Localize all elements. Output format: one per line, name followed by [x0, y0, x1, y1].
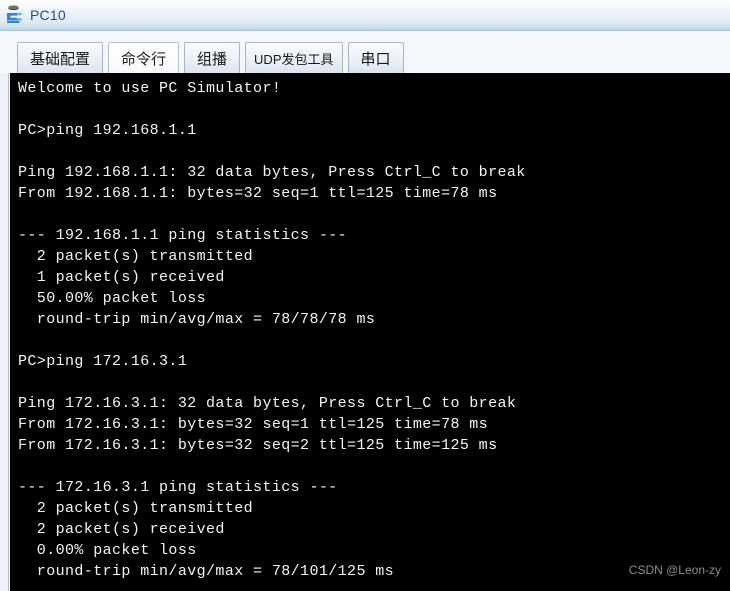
command-line-console[interactable]: Welcome to use PC Simulator! PC>ping 192…	[10, 73, 730, 591]
tab-label: 命令行	[121, 50, 167, 68]
tab-command-line[interactable]: 命令行	[108, 42, 180, 73]
tab-basic-config[interactable]: 基础配置	[17, 42, 104, 73]
tab-label: 串口	[360, 50, 391, 68]
tab-multicast[interactable]: 组播	[184, 42, 241, 73]
tab-label: UDP发包工具	[254, 51, 334, 67]
pc-simulator-window: PC10 基础配置 命令行 组播 UDP发包工具 串口 Welcome to u…	[0, 0, 730, 591]
terminal-panel: Welcome to use PC Simulator! PC>ping 192…	[0, 73, 730, 591]
console-output-text: Welcome to use PC Simulator! PC>ping 192…	[18, 80, 526, 580]
pc-device-icon	[4, 4, 26, 26]
tab-serial-port[interactable]: 串口	[347, 42, 404, 73]
terminal-left-gutter	[0, 73, 9, 591]
window-titlebar: PC10	[0, 0, 730, 31]
tab-bar: 基础配置 命令行 组播 UDP发包工具 串口	[0, 31, 730, 73]
tab-label: 基础配置	[30, 50, 91, 68]
window-title: PC10	[30, 7, 66, 23]
tab-udp-tool[interactable]: UDP发包工具	[245, 42, 343, 73]
tab-label: 组播	[197, 50, 228, 68]
